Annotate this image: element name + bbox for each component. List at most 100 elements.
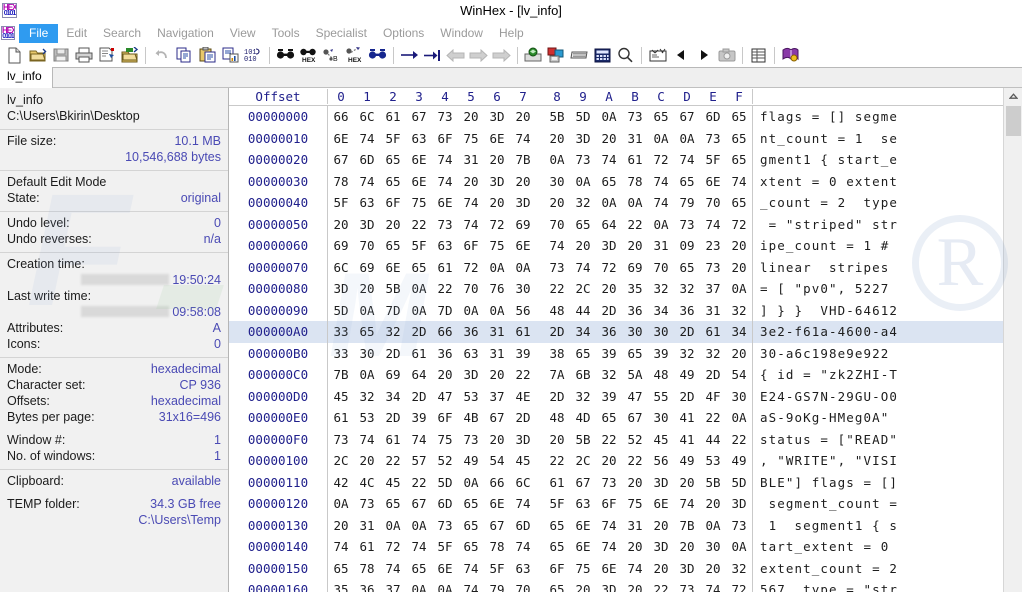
hex-byte[interactable]: 45 bbox=[648, 432, 674, 447]
hex-byte[interactable]: 36 bbox=[354, 582, 380, 592]
hex-row-bytes[interactable]: 69 70 65 5F 63 6F 75 6E 74 20 3D 20 31 09 23 20 bbox=[328, 235, 753, 257]
hex-byte[interactable]: 75 bbox=[458, 131, 484, 146]
hex-byte[interactable]: 5F bbox=[406, 238, 432, 253]
hex-byte[interactable]: 34 bbox=[570, 324, 596, 339]
hex-byte[interactable]: 3D bbox=[510, 432, 536, 447]
hex-byte[interactable]: 73 bbox=[544, 260, 570, 275]
hex-byte[interactable]: 6F bbox=[596, 496, 622, 511]
hex-byte[interactable]: 20 bbox=[622, 475, 648, 490]
hex-byte[interactable]: 74 bbox=[596, 152, 622, 167]
hex-byte[interactable]: 20 bbox=[458, 174, 484, 189]
hex-row-ascii[interactable]: extent_count = 2 bbox=[753, 561, 1003, 576]
hex-byte[interactable]: 69 bbox=[510, 217, 536, 232]
hex-byte[interactable]: 6E bbox=[380, 260, 406, 275]
hex-byte[interactable]: 65 bbox=[544, 582, 570, 592]
hex-byte[interactable]: 78 bbox=[484, 539, 510, 554]
hex-byte[interactable]: 70 bbox=[648, 260, 674, 275]
hex-byte[interactable]: 73 bbox=[432, 518, 458, 533]
hex-byte[interactable]: 65 bbox=[380, 238, 406, 253]
goto-offset-icon[interactable] bbox=[398, 44, 421, 66]
hex-byte[interactable]: 20 bbox=[622, 582, 648, 592]
hex-byte[interactable]: 5A bbox=[622, 367, 648, 382]
hex-byte[interactable]: 69 bbox=[380, 367, 406, 382]
hex-byte[interactable]: 20 bbox=[544, 432, 570, 447]
hex-byte[interactable]: 53 bbox=[458, 389, 484, 404]
hex-byte[interactable]: 6D bbox=[432, 496, 458, 511]
hex-byte[interactable]: 65 bbox=[458, 518, 484, 533]
hex-row[interactable]: 00000080 3D 20 5B 0A 22 70 76 30 22 2C 20 35 32 32 37 0A… bbox=[229, 278, 1003, 300]
hex-byte[interactable]: 7B bbox=[510, 152, 536, 167]
hex-byte[interactable]: 30 bbox=[648, 410, 674, 425]
hex-byte[interactable]: 0A bbox=[458, 475, 484, 490]
open-disk-drive-icon[interactable] bbox=[522, 44, 545, 66]
hex-row[interactable]: 00000000 66 6C 61 67 73 20 3D 20 5B 5D 0A 73 65 67 6D 65… bbox=[229, 106, 1003, 128]
hex-row-ascii[interactable]: _count = 2 type bbox=[753, 195, 1003, 210]
hex-byte[interactable]: 6E bbox=[406, 152, 432, 167]
hex-byte[interactable]: 22 bbox=[432, 281, 458, 296]
hex-row[interactable]: 000000F0 73 74 61 74 75 73 20 3D 20 5B 22 52 45 41 44 22… bbox=[229, 428, 1003, 450]
hex-byte[interactable]: 34 bbox=[380, 389, 406, 404]
hex-byte[interactable]: 48 bbox=[544, 410, 570, 425]
hex-byte[interactable]: 78 bbox=[354, 561, 380, 576]
hex-row[interactable]: 00000050 20 3D 20 22 73 74 72 69 70 65 64 22 0A 73 74 72… bbox=[229, 213, 1003, 235]
open-disk-icon[interactable] bbox=[118, 44, 141, 66]
hex-byte[interactable]: 74 bbox=[458, 217, 484, 232]
hex-byte[interactable]: 32 bbox=[380, 324, 406, 339]
hex-rows[interactable]: 00000000 66 6C 61 67 73 20 3D 20 5B 5D 0A 73 65 67 6D 65… bbox=[229, 106, 1003, 592]
hex-byte[interactable]: 2D bbox=[380, 410, 406, 425]
hex-byte[interactable]: 73 bbox=[700, 131, 726, 146]
hex-byte[interactable]: 67 bbox=[328, 152, 354, 167]
hex-byte[interactable]: 39 bbox=[596, 389, 622, 404]
hex-byte[interactable]: 30 bbox=[700, 539, 726, 554]
hex-byte[interactable]: 0A bbox=[544, 152, 570, 167]
hex-byte[interactable]: 32 bbox=[726, 561, 752, 576]
hex-byte[interactable]: 32 bbox=[596, 367, 622, 382]
hex-byte[interactable]: 0A bbox=[406, 303, 432, 318]
hex-byte[interactable]: 6E bbox=[484, 131, 510, 146]
hex-byte[interactable]: 45 bbox=[510, 453, 536, 468]
hex-byte[interactable]: 6C bbox=[354, 109, 380, 124]
hex-row-bytes[interactable]: 5D 0A 7D 0A 7D 0A 0A 56 48 44 2D 36 34 36 31 32 bbox=[328, 299, 753, 321]
hex-byte[interactable]: 41 bbox=[674, 410, 700, 425]
hex-byte[interactable]: 31 bbox=[354, 518, 380, 533]
hex-byte[interactable]: 3D bbox=[484, 109, 510, 124]
hex-byte[interactable]: 5B bbox=[570, 432, 596, 447]
hex-byte[interactable]: 22 bbox=[622, 217, 648, 232]
hex-byte[interactable]: 35 bbox=[328, 582, 354, 592]
hex-byte[interactable]: 0A bbox=[406, 582, 432, 592]
hex-byte[interactable]: 70 bbox=[354, 238, 380, 253]
hex-row-bytes[interactable]: 73 74 61 74 75 73 20 3D 20 5B 22 52 45 41 44 22 bbox=[328, 428, 753, 450]
hex-byte[interactable]: 72 bbox=[380, 539, 406, 554]
hex-byte[interactable]: 30 bbox=[544, 174, 570, 189]
hex-row-ascii[interactable]: gment1 { start_e bbox=[753, 152, 1003, 167]
hex-byte[interactable]: 67 bbox=[406, 496, 432, 511]
hex-byte[interactable]: 49 bbox=[674, 367, 700, 382]
paste-report-icon[interactable] bbox=[219, 44, 242, 66]
hex-row[interactable]: 000000E0 61 53 2D 39 6F 4B 67 2D 48 4D 65 67 30 41 22 0A… bbox=[229, 407, 1003, 429]
hex-byte[interactable]: 67 bbox=[622, 410, 648, 425]
hex-byte[interactable]: 73 bbox=[432, 217, 458, 232]
hex-row-bytes[interactable]: 2C 20 22 57 52 49 54 45 22 2C 20 22 56 49 53 49 bbox=[328, 450, 753, 472]
hex-byte[interactable]: 65 bbox=[648, 109, 674, 124]
hex-byte[interactable]: 2D bbox=[674, 389, 700, 404]
hex-row[interactable]: 00000140 74 61 72 74 5F 65 78 74 65 6E 74 20 3D 20 30 0A… bbox=[229, 536, 1003, 558]
hex-byte[interactable]: 3D bbox=[596, 582, 622, 592]
hex-byte[interactable]: 44 bbox=[570, 303, 596, 318]
hex-byte[interactable]: 73 bbox=[674, 582, 700, 592]
hex-byte[interactable]: 31 bbox=[484, 324, 510, 339]
hex-byte[interactable]: 73 bbox=[596, 475, 622, 490]
hex-row[interactable]: 000000A0 33 65 32 2D 66 36 31 61 2D 34 36 30 30 2D 61 34… bbox=[229, 321, 1003, 343]
hex-byte[interactable]: 74 bbox=[432, 174, 458, 189]
hex-byte[interactable]: 65 bbox=[570, 217, 596, 232]
hex-byte[interactable]: 5D bbox=[570, 109, 596, 124]
scrollbar-thumb[interactable] bbox=[1006, 106, 1021, 136]
hex-byte[interactable]: 3D bbox=[648, 539, 674, 554]
hex-byte[interactable]: 31 bbox=[484, 346, 510, 361]
hex-byte[interactable]: 22 bbox=[700, 410, 726, 425]
hex-row-bytes[interactable]: 61 53 2D 39 6F 4B 67 2D 48 4D 65 67 30 41 22 0A bbox=[328, 407, 753, 429]
hex-byte[interactable]: 74 bbox=[596, 539, 622, 554]
hex-row-bytes[interactable]: 74 61 72 74 5F 65 78 74 65 6E 74 20 3D 20 30 0A bbox=[328, 536, 753, 558]
hex-byte[interactable]: 64 bbox=[406, 367, 432, 382]
hex-byte[interactable]: 37 bbox=[380, 582, 406, 592]
tab-lv-info[interactable]: lv_info bbox=[0, 67, 53, 88]
